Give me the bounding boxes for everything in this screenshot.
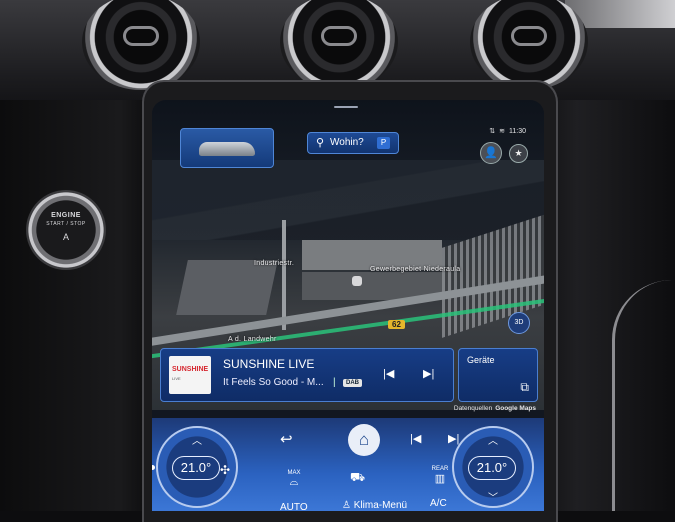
map-street-label: A d. Landwehr bbox=[228, 336, 277, 343]
engine-button-label: ENGINE bbox=[51, 212, 81, 219]
auto-stop-icon: A bbox=[62, 232, 69, 242]
map-building bbox=[176, 260, 278, 315]
next-track-icon[interactable]: ▶| bbox=[423, 367, 434, 380]
climate-control-bar: ︿ 21.0° ✣ ↩ ⌂ |◀ ▶| MAX ⌓ ⛟ REAR ▥ ︿ 21.… bbox=[152, 418, 544, 511]
engine-start-stop-button[interactable]: ENGINE START / STOP A bbox=[26, 190, 106, 270]
devices-button[interactable]: Geräte ⧉ bbox=[458, 348, 538, 402]
chrome-trim bbox=[612, 280, 675, 511]
windshield-defrost-icon: ⌓ bbox=[289, 476, 299, 488]
max-defrost-button[interactable]: MAX ⌓ bbox=[282, 470, 306, 489]
dab-source-badge: DAB bbox=[343, 379, 362, 387]
connectivity-icon: ≋ bbox=[499, 128, 505, 135]
destination-search-button[interactable]: ⚲ Wohin? P bbox=[307, 132, 399, 154]
map-street-label: Industriestr. bbox=[254, 260, 295, 267]
signal-icon: ⇅ bbox=[489, 128, 496, 135]
song-title: It Feels So Good - M... bbox=[223, 377, 324, 388]
station-logo: SUNSHINE LIVE bbox=[169, 356, 211, 394]
auto-climate-button[interactable]: AUTO bbox=[280, 502, 308, 511]
map-view-3d-button[interactable]: 3D bbox=[508, 312, 530, 334]
road-number-badge: 62 bbox=[388, 320, 405, 329]
attribution-provider: Google Maps bbox=[495, 405, 536, 412]
station-logo-text: SUNSHINE bbox=[172, 366, 209, 373]
status-bar: ⇅ ≋ 11:30 bbox=[489, 127, 526, 135]
phone-connect-icon: ⧉ bbox=[520, 380, 529, 394]
media-player-panel[interactable]: SUNSHINE LIVE SUNSHINE LIVE It Feels So … bbox=[160, 348, 454, 402]
favorites-star-icon[interactable]: ★ bbox=[509, 144, 528, 163]
parking-icon: P bbox=[377, 137, 390, 149]
ac-label: A/C bbox=[430, 498, 447, 509]
ac-button[interactable]: A/C bbox=[430, 498, 447, 509]
home-button[interactable]: ⌂ bbox=[348, 424, 380, 456]
engine-button-sublabel: START / STOP bbox=[46, 221, 86, 227]
infotainment-screen: Industriestr. Gewerbegebiet Niederaula A… bbox=[152, 100, 544, 511]
fan-icon[interactable]: ✣ bbox=[220, 463, 230, 477]
map-area-label: Gewerbegebiet Niederaula bbox=[370, 266, 461, 273]
devices-label: Geräte bbox=[467, 355, 495, 365]
map-poi-icon[interactable] bbox=[352, 276, 362, 286]
previous-track-icon[interactable]: |◀ bbox=[383, 367, 394, 380]
station-name: SUNSHINE LIVE bbox=[223, 357, 315, 371]
vehicle-button[interactable] bbox=[180, 128, 274, 168]
station-logo-subtext: LIVE bbox=[172, 376, 181, 381]
search-label: Wohin? bbox=[330, 137, 364, 148]
attribution-prefix: Datenquellen bbox=[453, 405, 493, 412]
rear-defrost-button[interactable]: REAR ▥ bbox=[428, 466, 452, 485]
right-temperature-dial[interactable]: ︿ 21.0° ﹀ bbox=[452, 426, 534, 508]
user-profile-icon[interactable]: 👤 bbox=[480, 142, 502, 164]
map-attribution: Datenquellen Google Maps bbox=[454, 405, 536, 412]
climate-menu-label: Klima-Menü bbox=[353, 500, 408, 511]
chevron-up-icon[interactable]: ︿ bbox=[454, 432, 532, 447]
chevron-down-icon[interactable]: ﹀ bbox=[454, 489, 532, 504]
seat-icon: ♙ bbox=[342, 500, 354, 511]
previous-track-icon[interactable]: |◀ bbox=[410, 432, 421, 445]
clock: 11:30 bbox=[509, 128, 526, 135]
left-temperature: 21.0° bbox=[172, 456, 220, 480]
console-trim-left bbox=[0, 100, 150, 511]
map-road bbox=[282, 220, 286, 330]
search-icon: ⚲ bbox=[316, 137, 325, 149]
air-distribution-car-icon[interactable]: ⛟ bbox=[350, 470, 365, 486]
separator: | bbox=[333, 377, 336, 388]
right-temperature: 21.0° bbox=[468, 456, 516, 480]
rear-window-defrost-icon: ▥ bbox=[434, 473, 446, 485]
climate-menu-button[interactable]: ♙ Klima-Menü bbox=[342, 500, 407, 511]
drag-handle[interactable] bbox=[334, 106, 358, 108]
car-icon bbox=[199, 142, 255, 156]
back-arrow-icon[interactable]: ↩ bbox=[280, 430, 293, 448]
chevron-up-icon[interactable]: ︿ bbox=[158, 432, 236, 447]
